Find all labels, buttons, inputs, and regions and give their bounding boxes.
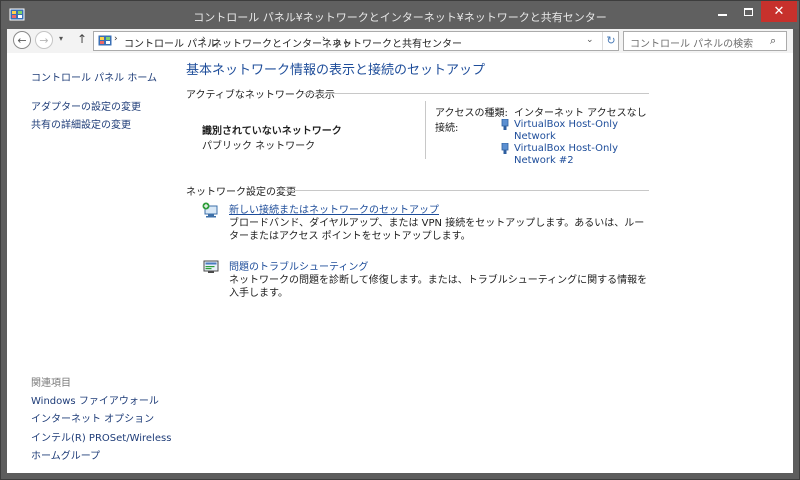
sidebar-link-advanced-sharing[interactable]: 共有の詳細設定の変更 (31, 116, 131, 131)
network-type: パブリック ネットワーク (202, 141, 316, 152)
related-link-homegroup[interactable]: ホームグループ (31, 447, 100, 462)
troubleshoot-link[interactable]: 問題のトラブルシューティング (229, 258, 368, 273)
search-input[interactable]: コントロール パネルの検索 ⌕ (623, 31, 787, 51)
column-divider (425, 101, 426, 159)
maximize-icon (743, 7, 753, 16)
maximize-button[interactable] (735, 1, 761, 22)
access-type-value: インターネット アクセスなし (514, 108, 647, 119)
back-button[interactable]: ← (13, 31, 31, 49)
breadcrumb-separator[interactable]: › (322, 34, 326, 44)
connection-link-vbox-1[interactable]: VirtualBox Host-Only Network (514, 119, 618, 143)
breadcrumb-network-internet[interactable]: ネットワークとインターネット (212, 35, 352, 50)
minimize-button[interactable] (709, 1, 735, 22)
up-button[interactable]: ↑ (77, 32, 87, 46)
network-setup-icon (202, 202, 218, 218)
connection-link-vbox-2[interactable]: VirtualBox Host-Only Network #2 (514, 143, 618, 167)
setup-connection-link[interactable]: 新しい接続またはネットワークのセットアップ (229, 201, 439, 216)
forward-button[interactable]: → (35, 31, 53, 49)
address-dropdown-icon[interactable]: ⌄ (586, 35, 594, 45)
search-icon[interactable]: ⌕ (770, 34, 776, 48)
minimize-icon (717, 13, 727, 16)
content-area: コントロール パネル ホーム アダプターの設定の変更 共有の詳細設定の変更 関連… (7, 53, 793, 473)
access-type-label: アクセスの種類: (435, 108, 508, 119)
related-link-firewall[interactable]: Windows ファイアウォール (31, 392, 159, 407)
refresh-button[interactable]: ↻ (602, 32, 619, 50)
address-bar[interactable]: › コントロール パネル › ネットワークとインターネット › ネットワークと共… (93, 31, 619, 51)
sidebar-link-control-panel-home[interactable]: コントロール パネル ホーム (31, 69, 157, 84)
recent-locations-button[interactable]: ▾ (59, 34, 63, 43)
connection-label: 接続: (435, 123, 459, 134)
connection-link-line[interactable]: VirtualBox Host-Only (514, 119, 618, 131)
setup-connection-description: ブロードバンド、ダイヤルアップ、または VPN 接続をセットアップします。あるい… (229, 218, 645, 242)
ethernet-icon (501, 119, 509, 130)
window-title: コントロール パネル¥ネットワークとインターネット¥ネットワークと共有センター (193, 11, 607, 24)
related-link-internet-options[interactable]: インターネット オプション (31, 410, 154, 425)
ethernet-icon (501, 143, 509, 154)
troubleshoot-icon (203, 260, 219, 273)
connection-link-line[interactable]: Network (514, 131, 618, 143)
related-link-proset-wireless[interactable]: インテル(R) PROSet/Wireless (31, 429, 171, 444)
section-divider (279, 190, 649, 191)
related-heading: 関連項目 (31, 378, 71, 389)
connection-link-line[interactable]: Network #2 (514, 155, 618, 167)
title-bar: コントロール パネル¥ネットワークとインターネット¥ネットワークと共有センター … (1, 1, 799, 29)
control-panel-icon (98, 35, 112, 46)
breadcrumb-separator[interactable]: › (114, 34, 118, 44)
sidebar-link-adapter-settings[interactable]: アダプターの設定の変更 (31, 98, 141, 113)
navigation-bar: ← → ▾ ↑ › コントロール パネル › ネットワークとインターネット › … (7, 29, 793, 53)
section-divider (303, 93, 649, 94)
network-name: 識別されていないネットワーク (202, 126, 342, 137)
breadcrumb-separator[interactable]: › (202, 34, 206, 44)
page-title: 基本ネットワーク情報の表示と接続のセットアップ (186, 63, 486, 78)
breadcrumb-network-sharing-center[interactable]: ネットワークと共有センター (332, 35, 462, 50)
troubleshoot-description: ネットワークの問題を診断して修復します。または、トラブルシューティングに関する情… (229, 275, 648, 299)
connection-link-line[interactable]: VirtualBox Host-Only (514, 143, 618, 155)
search-placeholder: コントロール パネルの検索 (630, 39, 754, 50)
app-window: コントロール パネル¥ネットワークとインターネット¥ネットワークと共有センター … (0, 0, 800, 480)
close-button[interactable]: ✕ (761, 1, 797, 22)
